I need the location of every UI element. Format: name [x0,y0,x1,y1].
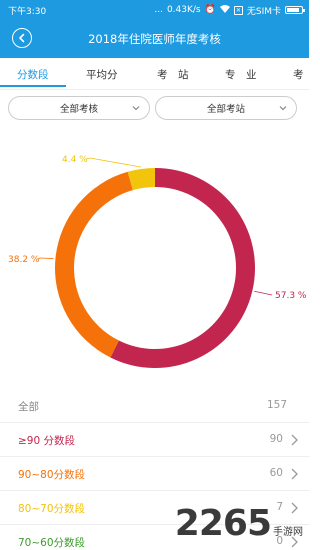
leader-line-2 [85,157,142,168]
tab-station[interactable]: 考 站 [157,67,189,82]
tab-more[interactable]: 考 [293,67,304,82]
list-item-90-80[interactable]: 90~80分数段 60 [0,457,309,491]
active-tab-indicator [0,85,66,87]
list-item-count: 60 [269,467,283,479]
leader-line-1 [37,257,54,260]
exam-select-value: 全部考核 [59,104,98,115]
station-select[interactable]: 全部考站 [155,96,297,120]
slice-label-0: 57.3 % [275,291,307,301]
list-item-count: 157 [266,399,287,411]
tab-average[interactable]: 平均分 [86,67,118,82]
list-item-label: ≥90 分数段 [18,435,75,447]
slice-label-1: 38.2 % [8,255,40,265]
app-header: 2018年住院医师年度考核 [0,20,309,58]
status-bar: 下午3:30 ... 0.43K/s ⏰ ✕ 无SIM卡 [0,0,309,20]
chevron-right-icon [291,434,298,446]
list-item-label: 80~70分数段 [18,503,86,515]
watermark-logo-digits: 2265 [174,503,272,544]
site-watermark: 2265 手游网 [175,506,303,542]
leader-line-0 [254,290,273,296]
chevron-down-icon [132,106,140,111]
status-time: 下午3:30 [8,6,47,17]
list-item-90-plus[interactable]: ≥90 分数段 90 [0,423,309,457]
exam-select[interactable]: 全部考核 [8,96,150,120]
alarm-icon: ⏰ [204,5,216,15]
page-title: 2018年住院医师年度考核 [88,32,221,46]
list-item-label: 全部 [18,401,39,413]
score-distribution-donut-chart: 57.3 % 38.2 % 4.4 % [8,155,307,368]
status-indicators: ... 0.43K/s ⏰ ✕ 无SIM卡 [154,4,305,17]
list-item-count: 90 [269,433,283,445]
chevron-down-icon [279,106,287,111]
tab-score-range[interactable]: 分数段 [17,67,49,82]
status-ellipsis: ... [154,5,163,15]
donut-slice-0[interactable] [110,168,256,368]
network-speed: 0.43K/s [166,5,201,15]
list-item-total: 全部 157 [0,389,309,423]
notification-icon: ✕ [233,5,243,15]
slice-label-2: 4.4 % [62,155,88,165]
chevron-right-icon [291,468,298,480]
battery-icon [285,6,305,14]
donut-slice-1[interactable] [55,171,133,358]
wifi-icon [219,4,230,16]
filter-bar: 全部考核 全部考站 [0,96,309,124]
tab-specialty[interactable]: 专 业 [225,67,257,82]
list-item-label: 90~80分数段 [18,469,86,481]
station-select-value: 全部考站 [206,104,245,115]
watermark-logo-text: 手游网 [273,527,303,538]
list-item-label: 70~60分数段 [18,537,86,549]
sim-label: 无SIM卡 [246,6,281,17]
